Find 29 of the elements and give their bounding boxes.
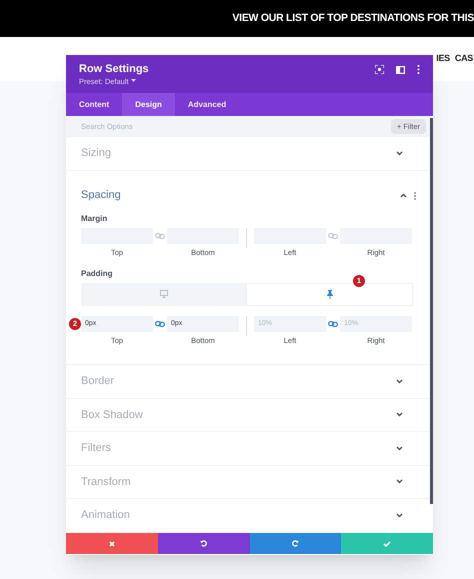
tab[interactable]: Design [122,93,175,116]
tab[interactable]: Advanced [174,93,240,116]
check-icon [383,540,392,546]
sidebar-icon[interactable] [396,66,405,74]
section-title[interactable]: Spacing [81,187,121,204]
link-icon[interactable] [155,320,165,327]
chevron-down-icon[interactable] [396,150,403,156]
tab[interactable]: Content [66,93,122,116]
modal-title: Row Settings [79,63,149,77]
close-icon [108,540,115,546]
more-icon[interactable] [417,65,420,74]
nav-link[interactable]: IES [436,52,450,66]
field-label: Margin [81,212,108,224]
redo-icon [292,540,299,547]
desktop-icon [160,290,168,298]
chevron-up-icon[interactable] [400,193,407,198]
chevron-down-icon[interactable] [396,479,403,484]
pin-icon [326,290,332,299]
field-label: Padding [81,268,114,280]
nav-link[interactable]: CAS [454,52,473,66]
chevron-down-icon[interactable] [396,512,403,518]
expand-icon[interactable] [375,65,384,74]
chevron-down-icon[interactable] [396,412,403,418]
chevron-down-icon[interactable] [396,378,403,384]
scrollbar[interactable] [430,118,433,504]
caret-icon[interactable] [130,79,136,84]
chevron-down-icon[interactable] [396,446,403,451]
link-icon[interactable] [328,320,338,327]
undo-icon [200,540,208,547]
